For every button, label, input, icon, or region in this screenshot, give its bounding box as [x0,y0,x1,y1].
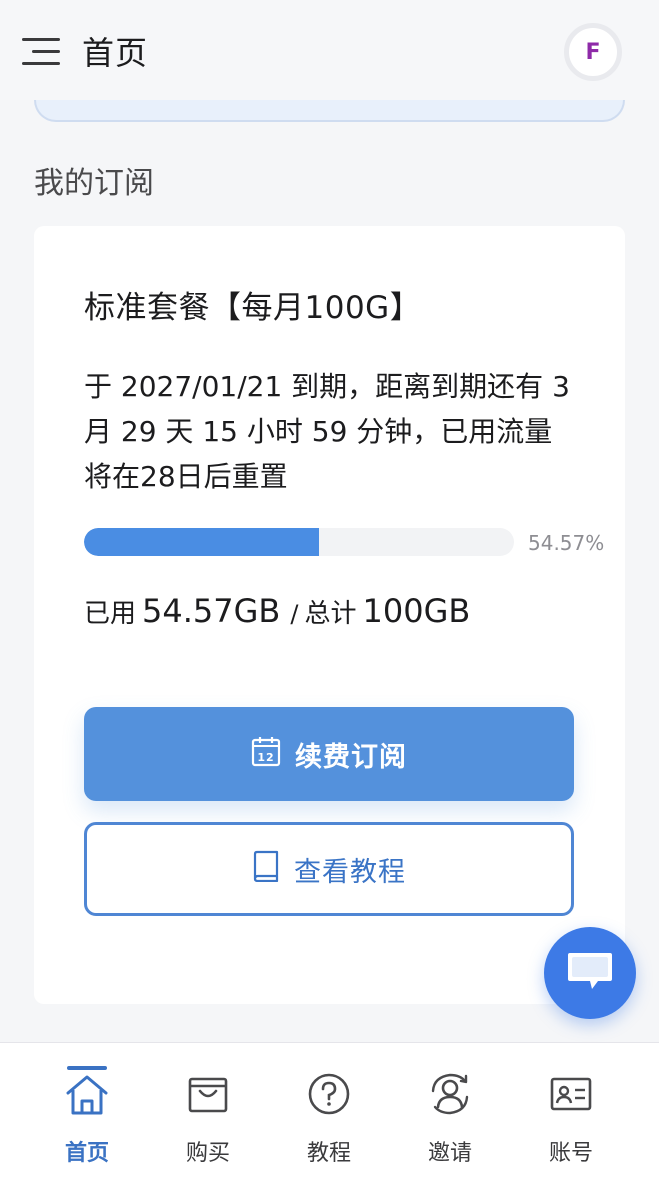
invite-user-icon [427,1071,473,1121]
renew-subscription-button[interactable]: 12 续费订阅 [84,707,574,801]
nav-item-account[interactable]: 账号 [521,1071,621,1171]
app-header: 首页 F [0,0,659,100]
nav-item-invite[interactable]: 邀请 [400,1071,500,1171]
view-tutorial-button[interactable]: 查看教程 [84,822,574,916]
progress-percent-label: 54.57% [528,531,605,555]
nav-label-home: 首页 [64,1141,109,1166]
chat-button[interactable] [544,927,636,1019]
menu-icon[interactable] [22,38,62,66]
traffic-progress-bar [84,528,514,556]
total-value: 100GB [362,592,471,630]
expire-info: 于 2027/01/21 到期，距离到期还有 3 月 29 天 15 小时 59… [84,370,570,493]
svg-text:12: 12 [257,751,274,764]
usage-separator: / [290,600,299,628]
plan-name: 标准套餐【每月100G】 [84,290,422,326]
traffic-progress-fill [84,528,319,556]
tutorial-label: 查看教程 [294,856,406,888]
calendar-icon: 12 [251,735,281,774]
shopping-bag-icon [185,1071,231,1121]
app-root: 首页 F 我的订阅 标准套餐【每月100G】 于 2027/01/21 到期，距… [0,0,659,1200]
chat-bubble-icon [566,949,614,997]
avatar[interactable]: F [564,23,622,81]
nav-item-tutorial[interactable]: 教程 [279,1071,379,1171]
nav-item-buy[interactable]: 购买 [158,1071,258,1171]
section-title: 我的订阅 [34,166,154,201]
nav-label-account: 账号 [548,1141,593,1166]
id-card-icon [548,1071,594,1121]
renew-label: 续费订阅 [295,741,407,773]
used-value: 54.57GB [142,592,281,630]
page-title: 首页 [82,34,149,72]
subscription-card: 标准套餐【每月100G】 于 2027/01/21 到期，距离到期还有 3 月 … [34,226,625,1004]
help-circle-icon [306,1071,352,1121]
active-tab-indicator [67,1066,107,1070]
nav-label-buy: 购买 [185,1141,230,1166]
total-label: 总计 [304,599,357,629]
home-icon [64,1071,110,1121]
nav-label-tutorial: 教程 [306,1141,351,1166]
nav-label-invite: 邀请 [427,1141,472,1166]
nav-item-home[interactable]: 首页 [37,1071,137,1171]
traffic-usage: 已用 54.57GB / 总计 100GB [84,592,474,630]
used-label: 已用 [84,599,137,629]
book-icon [252,850,280,889]
